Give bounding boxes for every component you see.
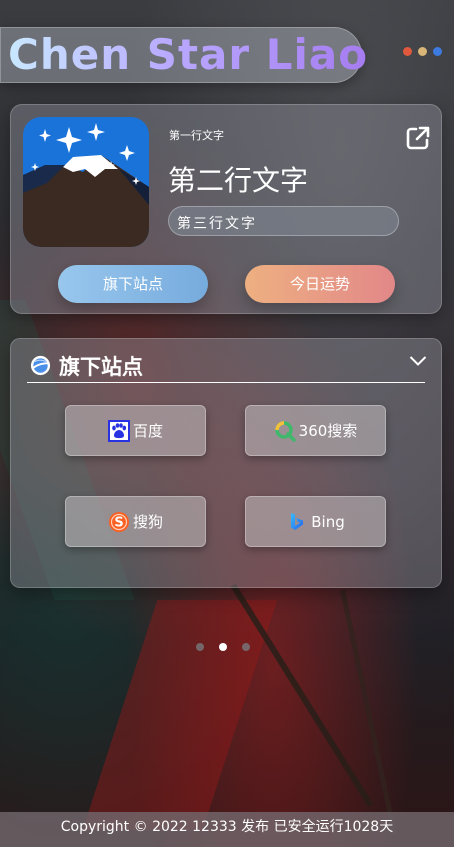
chevron-down-icon[interactable] [409,355,427,367]
external-link-icon[interactable] [405,125,431,151]
site-button-baidu[interactable]: 百度 [65,405,206,456]
fortune-button[interactable]: 今日运势 [245,265,395,303]
avatar [23,117,149,247]
globe-icon [30,355,51,376]
carousel-dot[interactable] [242,643,250,651]
background-streak [340,589,397,836]
profile-line-2: 第二行文字 [168,164,309,197]
background-streak [82,600,278,830]
blue-dot [433,47,442,56]
yellow-dot [418,47,427,56]
profile-card: 第一行文字 第二行文字 第三行文字 旗下站点 今日运势 [10,104,442,314]
carousel-dot-active[interactable] [219,643,227,651]
panel-divider [27,382,425,383]
site-label: 360搜索 [298,422,358,440]
360-search-icon [274,420,296,442]
carousel-dot[interactable] [196,643,204,651]
site-logo[interactable]: Chen Star Liao [8,27,368,83]
site-button-360[interactable]: 360搜索 [245,405,386,456]
svg-text:S: S [114,515,123,530]
bing-icon [291,512,304,530]
sites-button[interactable]: 旗下站点 [58,265,208,303]
copyright-text: Copyright © 2022 12333 发布 已安全运行1028天 [60,819,394,835]
carousel-indicator [196,643,250,651]
site-button-bing[interactable]: Bing [245,496,386,547]
red-dot [403,47,412,56]
sogou-icon: S [108,511,129,532]
footer: Copyright © 2022 12333 发布 已安全运行1028天 [0,812,454,847]
background-streak [230,583,374,808]
mountain-stars-icon [23,117,149,247]
site-button-sogou[interactable]: S 搜狗 [65,496,206,547]
panel-title: 旗下站点 [59,355,143,379]
profile-line-1: 第一行文字 [169,129,224,142]
baidu-icon [107,419,130,442]
window-dots [403,47,442,56]
sites-panel: 旗下站点 百度 360搜索 S 搜狗 Bing [10,338,442,588]
profile-line-3: 第三行文字 [177,216,257,232]
site-label: 搜狗 [132,513,163,531]
site-label: Bing [311,512,345,531]
site-label: 百度 [132,422,163,440]
profile-line-3-box: 第三行文字 [168,206,399,236]
